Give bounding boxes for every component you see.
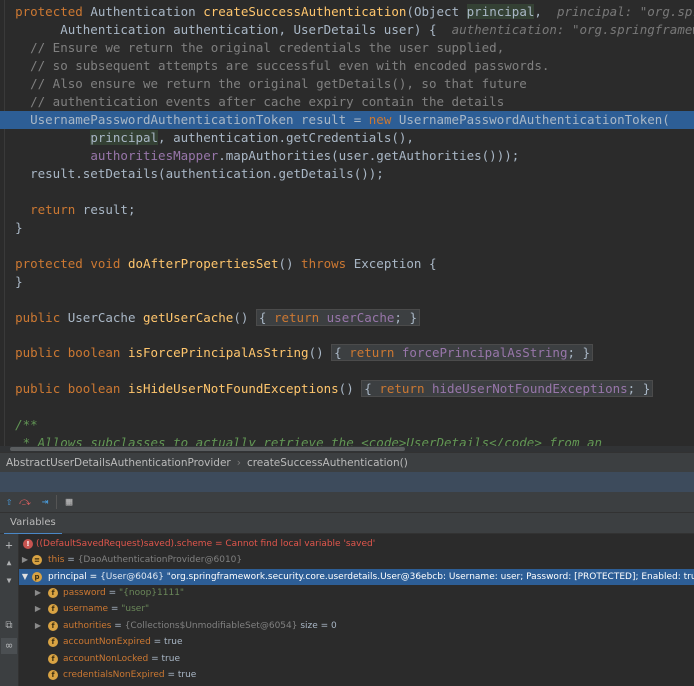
field-icon: f [48,670,58,680]
expand-arrow-icon[interactable]: ▶ [34,618,42,634]
code-line-22[interactable]: public boolean isHideUserNotFoundExcepti… [0,380,694,398]
var-row-username[interactable]: ▶ f username = "user" [19,601,694,617]
chevron-right-icon: › [236,457,241,469]
debug-panel-header [0,472,694,492]
code-line-15[interactable]: protected void doAfterPropertiesSet() th… [0,255,694,273]
breadcrumb: AbstractUserDetailsAuthenticationProvide… [0,452,694,473]
move-up-icon[interactable]: ▲ [1,555,17,571]
expand-arrow-icon[interactable]: ▶ [21,552,29,568]
run-to-cursor-icon[interactable]: ⇥ [38,495,52,509]
tab-variables[interactable]: Variables [4,513,62,535]
var-row-authorities[interactable]: ▶ f authorities = {Collections$Unmodifia… [19,618,694,634]
variables-side-toolbar: + ▲ ▼ ⧉ ∞ [0,534,19,686]
inline-debug-hint: authentication: "org.springframework [451,22,694,37]
infinity-icon[interactable]: ∞ [1,638,17,654]
scrollbar-thumb[interactable] [10,447,405,451]
expand-arrow-icon[interactable]: ▶ [34,601,42,617]
code-line-16[interactable]: } [0,273,694,291]
var-row-accountNonLocked[interactable]: f accountNonLocked = true [19,651,694,667]
field-icon: f [48,654,58,664]
var-row-this[interactable]: ▶ ≡ this = {DaoAuthenticationProvider@60… [19,552,694,568]
breadcrumb-class[interactable]: AbstractUserDetailsAuthenticationProvide… [6,453,231,473]
watch-row-error[interactable]: ! ((DefaultSavedRequest)saved).scheme = … [19,536,694,552]
var-row-principal[interactable]: ▼ p principal = {User@6046} "org.springf… [19,569,694,585]
code-line-20[interactable]: public boolean isForcePrincipalAsString(… [0,344,694,362]
code-line-9[interactable]: authoritiesMapper.mapAuthorities(user.ge… [0,147,694,165]
parameter-icon: p [32,572,42,582]
var-row-password[interactable]: ▶ f password = "{noop}1111" [19,585,694,601]
var-row-accountNonExpired[interactable]: f accountNonExpired = true [19,634,694,650]
code-line-10[interactable]: result.setDetails(authentication.getDeta… [0,165,694,183]
variables-tree[interactable]: ! ((DefaultSavedRequest)saved).scheme = … [19,534,694,686]
error-icon: ! [23,539,33,549]
code-line-1[interactable]: protected Authentication createSuccessAu… [0,3,694,21]
field-icon: f [48,588,58,598]
toolbar-divider [56,495,57,509]
expand-arrow-icon[interactable]: ▶ [34,585,42,601]
field-icon: f [48,604,58,614]
execution-point-line[interactable]: UsernamePasswordAuthenticationToken resu… [0,111,694,129]
folded-region[interactable]: { return userCache; } [255,309,420,326]
collapse-arrow-icon[interactable]: ▼ [21,569,29,585]
drop-frame-icon[interactable]: ⤼ [18,495,32,509]
field-icon: f [48,621,58,631]
add-watch-icon[interactable]: + [1,537,17,553]
folded-region[interactable]: { return forcePrincipalAsString; } [331,344,594,361]
code-line-18[interactable]: public UserCache getUserCache() { return… [0,309,694,327]
move-down-icon[interactable]: ▼ [1,573,17,589]
keyword: protected [15,4,83,19]
method-name: createSuccessAuthentication [203,4,407,19]
code-line-6[interactable]: // authentication events after cache exp… [0,93,694,111]
code-line-8[interactable]: principal, authentication.getCredentials… [0,129,694,147]
code-line-4[interactable]: // so subsequent attempts are successful… [0,57,694,75]
evaluate-icon[interactable]: ▦ [62,495,76,509]
code-editor[interactable]: protected Authentication createSuccessAu… [0,0,694,452]
field-icon: ≡ [32,555,42,565]
copy-icon[interactable]: ⧉ [1,618,17,634]
field-icon: f [48,637,58,647]
code-line-2[interactable]: Authentication authentication, UserDetai… [0,21,694,39]
breadcrumb-method[interactable]: createSuccessAuthentication() [247,453,408,473]
code-line-5[interactable]: // Also ensure we return the original ge… [0,75,694,93]
var-row-credentialsNonExpired[interactable]: f credentialsNonExpired = true [19,667,694,683]
folded-region[interactable]: { return hideUserNotFoundExceptions; } [361,380,654,397]
step-out-icon[interactable]: ⇧ [2,495,16,509]
code-line-3[interactable]: // Ensure we return the original credent… [0,39,694,57]
debug-tabs: Variables [0,513,694,535]
debug-toolbar: ⇧ ⤼ ⇥ ▦ [0,492,694,513]
code-line-24[interactable]: /** [0,416,694,434]
code-line-13[interactable]: } [0,219,694,237]
inline-debug-hint: principal: "org.springf [556,4,694,19]
code-line-12[interactable]: return result; [0,201,694,219]
